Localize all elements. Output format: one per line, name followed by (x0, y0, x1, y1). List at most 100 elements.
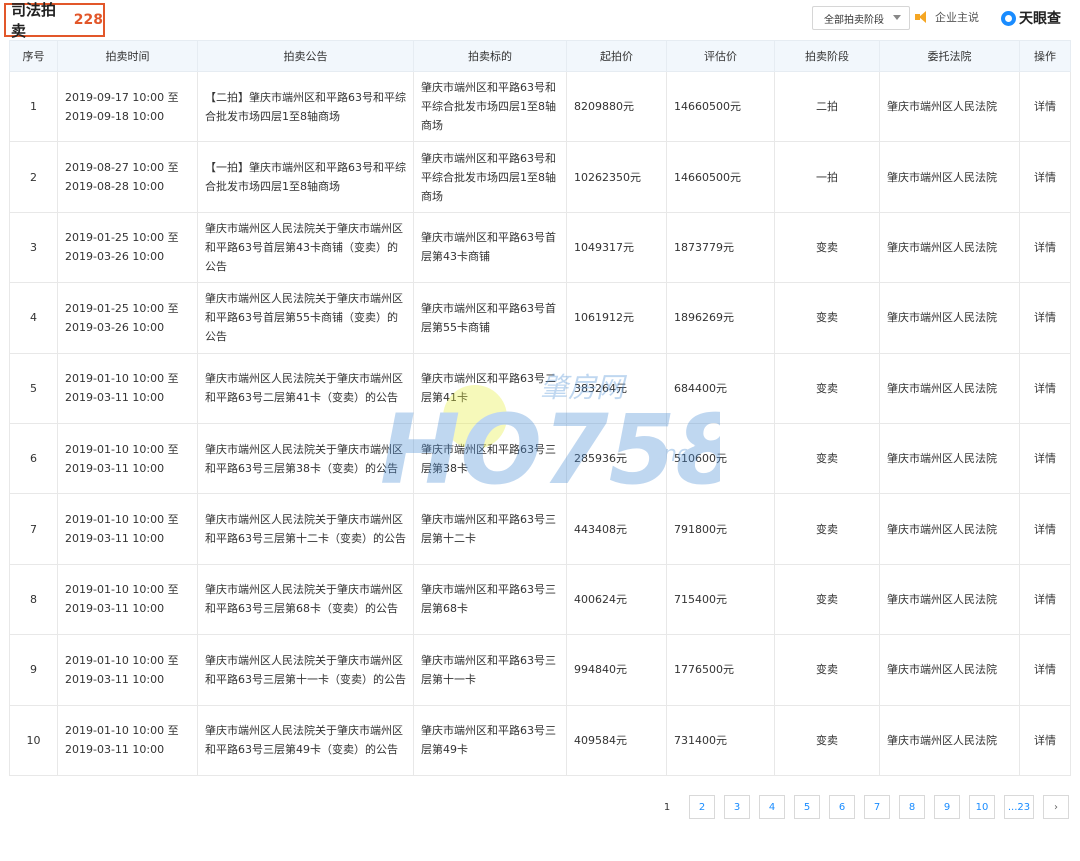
auction-time: 2019-01-25 10:00 至 2019-03-26 10:00 (57, 282, 198, 354)
details-link[interactable]: 详情 (1019, 70, 1071, 143)
section-title: 司法拍卖 (11, 1, 57, 40)
row-index: 4 (9, 282, 58, 354)
details-link[interactable]: 详情 (1019, 493, 1071, 565)
auction-time: 2019-01-10 10:00 至 2019-03-11 10:00 (57, 422, 198, 495)
auction-announcement: 肇庆市端州区人民法院关于肇庆市端州区和平路63号首层第43卡商铺（变卖）的公告 (197, 211, 414, 284)
column-header-index: 序号 (9, 40, 58, 72)
start-price: 1049317元 (566, 211, 667, 284)
auction-announcement: 肇庆市端州区人民法院关于肇庆市端州区和平路63号三层第十二卡（变卖）的公告 (197, 493, 414, 565)
record-count: 228 (73, 12, 103, 28)
column-header-target: 拍卖标的 (413, 40, 567, 72)
valuation-price: 1776500元 (666, 634, 775, 706)
valuation-price: 510600元 (666, 422, 775, 495)
page-6[interactable]: 6 (829, 795, 855, 819)
details-link[interactable]: 详情 (1019, 352, 1071, 424)
row-index: 5 (9, 352, 58, 424)
start-price: 409584元 (566, 704, 667, 776)
auction-announcement: 肇庆市端州区人民法院关于肇庆市端州区和平路63号三层第38卡（变卖）的公告 (197, 422, 414, 495)
page-current: 1 (654, 795, 680, 819)
speaker-icon (915, 11, 929, 23)
valuation-price: 1873779元 (666, 211, 775, 284)
auction-announcement: 肇庆市端州区人民法院关于肇庆市端州区和平路63号三层第十一卡（变卖）的公告 (197, 634, 414, 706)
details-link[interactable]: 详情 (1019, 634, 1071, 706)
auction-target: 肇庆市端州区和平路63号三层第49卡 (413, 704, 567, 776)
auction-target: 肇庆市端州区和平路63号二层第41卡 (413, 352, 567, 424)
page-7[interactable]: 7 (864, 795, 890, 819)
column-header-court: 委托法院 (879, 40, 1020, 72)
auction-stage: 变卖 (774, 282, 880, 354)
start-price: 10262350元 (566, 141, 667, 213)
auction-time: 2019-01-10 10:00 至 2019-03-11 10:00 (57, 704, 198, 776)
start-price: 285936元 (566, 422, 667, 495)
auction-stage-select-value: 全部拍卖阶段 (824, 14, 884, 26)
auction-stage: 变卖 (774, 563, 880, 636)
page-4[interactable]: 4 (759, 795, 785, 819)
details-link[interactable]: 详情 (1019, 704, 1071, 776)
valuation-price: 14660500元 (666, 70, 775, 143)
entrusting-court: 肇庆市端州区人民法院 (879, 493, 1020, 565)
auction-target: 肇庆市端州区和平路63号三层第十一卡 (413, 634, 567, 706)
auction-stage-select[interactable]: 全部拍卖阶段 (812, 6, 910, 30)
table-row: 1 2019-09-17 10:00 至 2019-09-18 10:00 【二拍】… (9, 70, 1071, 143)
entrusting-court: 肇庆市端州区人民法院 (879, 704, 1020, 776)
auction-time: 2019-09-17 10:00 至 2019-09-18 10:00 (57, 70, 198, 143)
page-10[interactable]: 10 (969, 795, 995, 819)
auction-announcement: 肇庆市端州区人民法院关于肇庆市端州区和平路63号首层第55卡商铺（变卖）的公告 (197, 282, 414, 354)
auction-announcement: 肇庆市端州区人民法院关于肇庆市端州区和平路63号三层第68卡（变卖）的公告 (197, 563, 414, 636)
column-header-valuation: 评估价 (666, 40, 775, 72)
valuation-price: 715400元 (666, 563, 775, 636)
auction-announcement: 肇庆市端州区人民法院关于肇庆市端州区和平路63号三层第49卡（变卖）的公告 (197, 704, 414, 776)
page-9[interactable]: 9 (934, 795, 960, 819)
column-header-start-price: 起拍价 (566, 40, 667, 72)
start-price: 443408元 (566, 493, 667, 565)
auction-stage: 变卖 (774, 352, 880, 424)
auction-stage: 变卖 (774, 704, 880, 776)
details-link[interactable]: 详情 (1019, 422, 1071, 495)
start-price: 8209880元 (566, 70, 667, 143)
column-header-action: 操作 (1019, 40, 1071, 72)
start-price: 1061912元 (566, 282, 667, 354)
auction-announcement: 肇庆市端州区人民法院关于肇庆市端州区和平路63号二层第41卡（变卖）的公告 (197, 352, 414, 424)
entrusting-court: 肇庆市端州区人民法院 (879, 211, 1020, 284)
details-link[interactable]: 详情 (1019, 563, 1071, 636)
page-2[interactable]: 2 (689, 795, 715, 819)
table-header-row: 序号 拍卖时间 拍卖公告 拍卖标的 起拍价 评估价 拍卖阶段 委托法院 操作 (9, 40, 1071, 72)
page-last[interactable]: ...23 (1004, 795, 1034, 819)
auction-time: 2019-01-10 10:00 至 2019-03-11 10:00 (57, 563, 198, 636)
column-header-time: 拍卖时间 (57, 40, 198, 72)
auction-target: 肇庆市端州区和平路63号三层第38卡 (413, 422, 567, 495)
page-5[interactable]: 5 (794, 795, 820, 819)
auction-stage: 一拍 (774, 141, 880, 213)
auction-stage: 变卖 (774, 422, 880, 495)
tianyancha-logo-icon (1001, 10, 1016, 26)
auction-table: 序号 拍卖时间 拍卖公告 拍卖标的 起拍价 评估价 拍卖阶段 委托法院 操作 1… (9, 40, 1071, 776)
start-price: 383264元 (566, 352, 667, 424)
entrusting-court: 肇庆市端州区人民法院 (879, 282, 1020, 354)
auction-announcement: 【一拍】肇庆市端州区和平路63号和平综合批发市场四层1至8轴商场 (197, 141, 414, 213)
page-3[interactable]: 3 (724, 795, 750, 819)
auction-target: 肇庆市端州区和平路63号和平综合批发市场四层1至8轴商场 (413, 70, 567, 143)
valuation-price: 1896269元 (666, 282, 775, 354)
valuation-price: 731400元 (666, 704, 775, 776)
table-row: 6 2019-01-10 10:00 至 2019-03-11 10:00 肇庆市端… (9, 422, 1071, 495)
details-link[interactable]: 详情 (1019, 141, 1071, 213)
brand-logo: 天眼查 (1001, 8, 1061, 28)
table-row: 5 2019-01-10 10:00 至 2019-03-11 10:00 肇庆市端… (9, 352, 1071, 424)
row-index: 8 (9, 563, 58, 636)
table-row: 8 2019-01-10 10:00 至 2019-03-11 10:00 肇庆市端… (9, 563, 1071, 636)
next-page-button[interactable]: › (1043, 795, 1069, 819)
details-link[interactable]: 详情 (1019, 282, 1071, 354)
top-bar: 司法拍卖 228 全部拍卖阶段 企业主说 天眼查 (0, 0, 1080, 40)
row-index: 1 (9, 70, 58, 143)
table-row: 2 2019-08-27 10:00 至 2019-08-28 10:00 【一拍】… (9, 141, 1071, 213)
details-link[interactable]: 详情 (1019, 211, 1071, 284)
valuation-price: 791800元 (666, 493, 775, 565)
entrusting-court: 肇庆市端州区人民法院 (879, 563, 1020, 636)
enterprise-link[interactable]: 企业主说 (915, 9, 979, 25)
row-index: 3 (9, 211, 58, 284)
auction-stage: 变卖 (774, 634, 880, 706)
auction-stage: 变卖 (774, 493, 880, 565)
auction-time: 2019-01-10 10:00 至 2019-03-11 10:00 (57, 352, 198, 424)
enterprise-link-label: 企业主说 (935, 11, 979, 24)
page-8[interactable]: 8 (899, 795, 925, 819)
